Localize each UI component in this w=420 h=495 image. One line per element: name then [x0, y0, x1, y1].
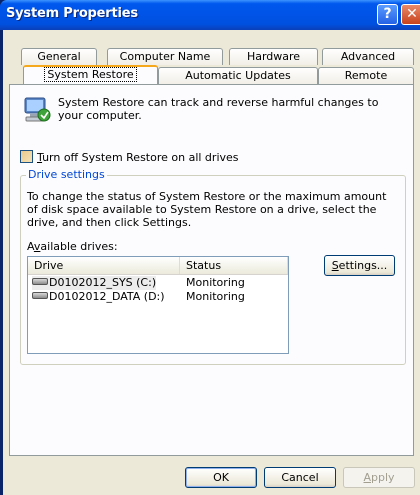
settings-button[interactable]: Settings... [324, 255, 395, 276]
tab-advanced[interactable]: Advanced [322, 48, 414, 65]
column-drive[interactable]: Drive [28, 257, 180, 274]
turn-off-restore-checkbox-row[interactable]: Turn off System Restore on all drives [20, 150, 239, 164]
close-button[interactable]: ✕ [401, 4, 420, 25]
system-properties-window: System Properties ? ✕ General Computer N… [0, 0, 420, 495]
drive-cell: D0102012_SYS (C:) [32, 276, 157, 290]
drive-row-c[interactable]: D0102012_SYS (C:) Monitoring [28, 276, 288, 290]
hard-drive-icon [32, 278, 48, 285]
listview-header: Drive Status [28, 257, 288, 275]
available-drives-label: Available drives: [27, 240, 118, 253]
drive-cell: D0102012_DATA (D:) [32, 290, 165, 304]
drive-settings-group: Drive settings To change the status of S… [20, 168, 406, 365]
tab-remote[interactable]: Remote [318, 67, 414, 84]
system-restore-icon [24, 97, 51, 122]
drive-row-d[interactable]: D0102012_DATA (D:) Monitoring [28, 290, 288, 304]
ok-button[interactable]: OK [185, 467, 257, 488]
hard-drive-icon [32, 292, 48, 299]
drive-settings-legend: Drive settings [26, 168, 107, 181]
title-bar[interactable]: System Properties ? ✕ [0, 0, 420, 30]
tab-system-restore[interactable]: System Restore [23, 65, 158, 84]
cancel-button[interactable]: Cancel [264, 467, 336, 488]
tab-computer-name[interactable]: Computer Name [107, 48, 223, 65]
tab-automatic-updates[interactable]: Automatic Updates [158, 67, 318, 84]
help-icon: ? [383, 6, 392, 22]
status-cell: Monitoring [186, 276, 245, 289]
window-title: System Properties [6, 6, 138, 21]
intro-text: System Restore can track and reverse har… [58, 96, 379, 122]
column-status[interactable]: Status [180, 257, 288, 274]
tab-hardware[interactable]: Hardware [229, 48, 318, 65]
status-cell: Monitoring [186, 290, 245, 303]
tab-general[interactable]: General [21, 48, 97, 65]
dialog-client-area: General Computer Name Hardware Advanced … [3, 30, 420, 495]
close-icon: ✕ [406, 6, 418, 22]
turn-off-restore-checkbox[interactable] [20, 150, 33, 163]
turn-off-restore-label: urn off System Restore on all drives [42, 151, 239, 164]
system-restore-panel: System Restore can track and reverse har… [9, 84, 414, 456]
drives-listview[interactable]: Drive Status D0102012_SYS (C:) Monitorin… [27, 256, 289, 354]
help-button[interactable]: ? [377, 4, 398, 25]
apply-button[interactable]: Apply [343, 467, 415, 488]
drive-settings-description: To change the status of System Restore o… [27, 190, 387, 229]
